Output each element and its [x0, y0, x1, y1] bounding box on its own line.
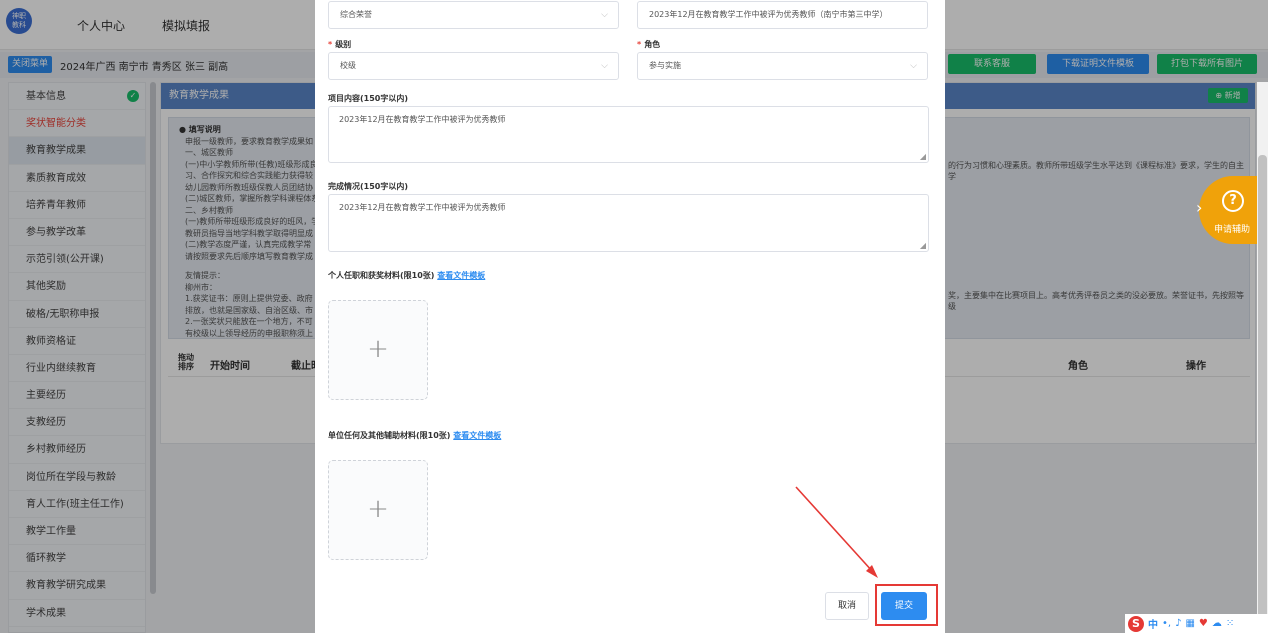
ime-toolbar: S 中 •, ♪ ▦ ♥ ☁ ⁙ [1125, 614, 1268, 633]
cloud-icon[interactable]: ☁ [1212, 618, 1222, 629]
grid-icon[interactable]: ⁙ [1226, 618, 1234, 629]
annotation-arrow [795, 486, 878, 578]
ime-punctuation-icon[interactable]: •, [1162, 618, 1171, 629]
skin-icon[interactable]: ♥ [1199, 618, 1208, 629]
app-root: 神职 教科 个人中心 模拟填报 关闭菜单 2024年广西 南宁市 青秀区 张三 副… [0, 0, 1268, 633]
submit-highlight-box [875, 584, 938, 626]
sogou-logo-icon[interactable]: S [1128, 615, 1144, 632]
microphone-icon[interactable]: ♪ [1175, 618, 1181, 629]
keyboard-icon[interactable]: ▦ [1185, 618, 1194, 629]
page-scrollbar-thumb[interactable] [1258, 155, 1267, 625]
ime-chinese-mode[interactable]: 中 [1148, 616, 1158, 631]
